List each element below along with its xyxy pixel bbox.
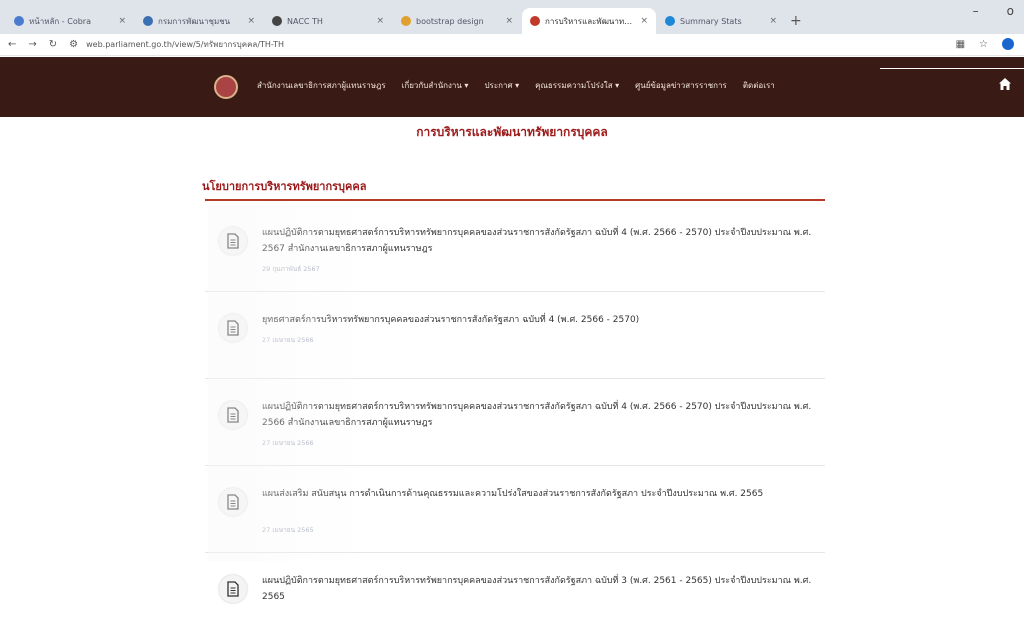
back-arrow-icon[interactable]: ← — [8, 39, 16, 50]
menu-item[interactable]: ศูนย์ข้อมูลข่าวสารราชการ — [635, 79, 727, 92]
document-icon — [219, 401, 247, 429]
document-link[interactable]: แผนปฏิบัติการตามยุทธศาสตร์การบริหารทรัพย… — [262, 573, 817, 605]
browser-tab[interactable]: Summary Stats × — [657, 8, 785, 34]
tab-title: หน้าหลัก - Cobra — [29, 16, 91, 26]
tab-close-icon[interactable]: × — [505, 16, 513, 26]
document-item[interactable]: แผนปฏิบัติการตามยุทธศาสตร์การบริหารทรัพย… — [205, 553, 825, 640]
tab-title: กรมการพัฒนาชุมชน — [158, 16, 231, 26]
tab-favicon-icon — [665, 16, 675, 26]
reload-icon[interactable]: ↻ — [49, 39, 57, 50]
main-menu: สำนักงานเลขาธิการสภาผู้แทนราษฎร เกี่ยวกับ… — [257, 79, 775, 92]
tab-close-icon[interactable]: × — [769, 16, 777, 26]
menu-item[interactable]: สำนักงานเลขาธิการสภาผู้แทนราษฎร — [257, 79, 386, 92]
section-divider — [205, 199, 825, 201]
browser-tab-bar: หน้าหลัก - Cobra × กรมการพัฒนาชุมชน × NACC T… — [0, 0, 1024, 34]
tab-title: NACC TH — [287, 16, 323, 26]
document-icon — [219, 227, 247, 255]
minimize-button[interactable]: – — [973, 4, 979, 18]
document-list: แผนปฏิบัติการตามยุทธศาสตร์การบริหารทรัพย… — [205, 205, 825, 640]
tab-favicon-icon — [14, 16, 24, 26]
document-link[interactable]: ยุทธศาสตร์การบริหารทรัพยากรบุคคลของส่วนร… — [262, 312, 817, 328]
address-bar: ← → ↻ ⚙ web.parliament.go.th/view/5/ทรัพ… — [0, 34, 1024, 56]
page-title: การบริหารและพัฒนาทรัพยากรบุคคล — [416, 125, 608, 139]
tab-strip: หน้าหลัก - Cobra × กรมการพัฒนาชุมชน × NACC T… — [6, 8, 786, 34]
profile-avatar[interactable] — [1002, 38, 1014, 50]
document-date: 29 กุมภาพันธ์ 2567 — [262, 265, 320, 273]
document-link[interactable]: แผนปฏิบัติการตามยุทธศาสตร์การบริหารทรัพย… — [262, 225, 817, 257]
document-item[interactable]: แผนปฏิบัติการตามยุทธศาสตร์การบริหารทรัพย… — [205, 205, 825, 292]
menu-item[interactable]: เกี่ยวกับสำนักงาน ▾ — [402, 79, 469, 92]
tab-close-icon[interactable]: × — [247, 16, 255, 26]
document-icon — [219, 575, 247, 603]
document-item[interactable]: แผนส่งเสริม สนับสนุน การดำเนินการด้านคุณ… — [205, 466, 825, 553]
tab-favicon-icon — [401, 16, 411, 26]
menu-item[interactable]: ประกาศ ▾ — [484, 79, 519, 92]
tab-title: การบริหารและพัฒนาทรัพยากรบุคคล — [545, 16, 637, 26]
browser-tab[interactable]: NACC TH × — [264, 8, 392, 34]
bookmark-star-icon[interactable]: ☆ — [979, 39, 988, 50]
tab-favicon-icon — [143, 16, 153, 26]
section-title: นโยบายการบริหารทรัพยากรบุคคล — [202, 180, 367, 193]
browser-tab[interactable]: การบริหารและพัฒนาทรัพยากรบุคคล× — [522, 8, 656, 34]
document-link[interactable]: แผนปฏิบัติการตามยุทธศาสตร์การบริหารทรัพย… — [262, 399, 817, 431]
tab-close-icon[interactable]: × — [640, 16, 648, 26]
menu-item[interactable]: คุณธรรมความโปร่งใส ▾ — [535, 79, 619, 92]
new-tab-button[interactable]: + — [790, 8, 802, 34]
tab-title: bootstrap design — [416, 16, 484, 26]
document-date: 27 เมษายน 2566 — [262, 439, 314, 447]
divider-line — [880, 68, 1024, 69]
tab-favicon-icon — [530, 16, 540, 26]
home-icon[interactable] — [998, 77, 1012, 91]
document-date: 27 เมษายน 2566 — [262, 336, 314, 344]
tab-close-icon[interactable]: × — [376, 16, 384, 26]
tab-favicon-icon — [272, 16, 282, 26]
document-item[interactable]: แผนปฏิบัติการตามยุทธศาสตร์การบริหารทรัพย… — [205, 379, 825, 466]
tab-close-icon[interactable]: × — [118, 16, 126, 26]
site-info-icon[interactable]: ⚙ — [69, 39, 78, 50]
browser-tab[interactable]: กรมการพัฒนาชุมชน × — [135, 8, 263, 34]
browser-tab[interactable]: หน้าหลัก - Cobra × — [6, 8, 134, 34]
window-controls: – o — [973, 4, 1014, 18]
document-icon — [219, 488, 247, 516]
document-item[interactable]: ยุทธศาสตร์การบริหารทรัพยากรบุคคลของส่วนร… — [205, 292, 825, 379]
forward-arrow-icon[interactable]: → — [28, 39, 36, 50]
document-date: 27 เมษายน 2565 — [262, 526, 314, 534]
menu-item[interactable]: ติดต่อเรา — [743, 79, 775, 92]
site-navbar: สำนักงานเลขาธิการสภาผู้แทนราษฎร เกี่ยวกับ… — [0, 57, 1024, 117]
tab-title: Summary Stats — [680, 16, 742, 26]
browser-tab[interactable]: bootstrap design × — [393, 8, 521, 34]
url-input[interactable]: web.parliament.go.th/view/5/ทรัพยากรบุคค… — [86, 38, 284, 51]
translate-icon[interactable]: ▦ — [956, 39, 965, 50]
address-bar-actions: ▦ ☆ — [956, 38, 1014, 50]
document-link[interactable]: แผนส่งเสริม สนับสนุน การดำเนินการด้านคุณ… — [262, 486, 817, 502]
maximize-button[interactable]: o — [1007, 4, 1014, 18]
parliament-logo[interactable] — [214, 75, 238, 99]
document-icon — [219, 314, 247, 342]
